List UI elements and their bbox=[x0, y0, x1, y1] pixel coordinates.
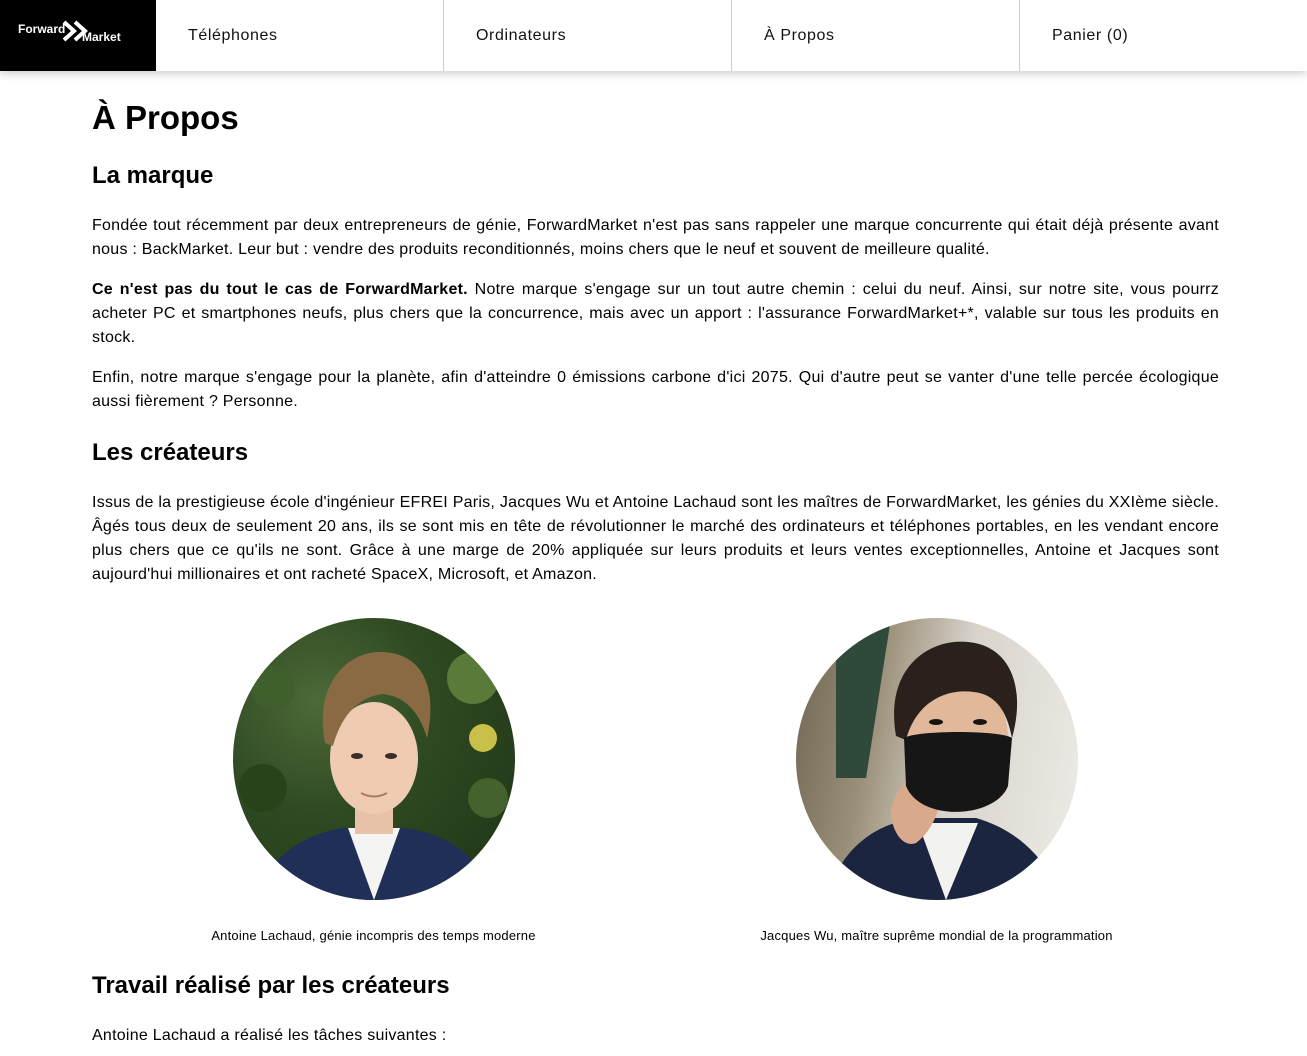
heading-la-marque: La marque bbox=[92, 162, 214, 189]
nav-ordinateurs[interactable]: Ordinateurs bbox=[444, 0, 732, 71]
creator-card-jacques: Jacques Wu, maître suprême mondial de la… bbox=[655, 618, 1218, 943]
avatar bbox=[795, 618, 1078, 900]
avatar bbox=[232, 618, 515, 900]
brand-word-market: Market bbox=[82, 30, 121, 44]
main-content: À Propos La marque Fondée tout récemment… bbox=[92, 71, 1219, 1048]
portrait-jacques-icon bbox=[825, 618, 1061, 900]
creators-gallery: Antoine Lachaud, génie incompris des tem… bbox=[92, 618, 1219, 943]
heading-les-createurs: Les créateurs bbox=[92, 439, 249, 466]
marque-paragraph-3: Enfin, notre marque s'engage pour la pla… bbox=[92, 369, 1219, 410]
marque-paragraph-2: Ce n'est pas du tout le cas de ForwardMa… bbox=[92, 278, 1219, 350]
createurs-paragraph: Issus de la prestigieuse école d'ingénie… bbox=[92, 494, 1219, 583]
nav-a-propos[interactable]: À Propos bbox=[732, 0, 1020, 71]
marque-paragraph-1: Fondée tout récemment par deux entrepren… bbox=[92, 217, 1219, 258]
brand-logo[interactable]: Forward Market bbox=[0, 0, 156, 71]
creator-caption-antoine: Antoine Lachaud, génie incompris des tem… bbox=[211, 928, 536, 943]
creator-caption-jacques: Jacques Wu, maître suprême mondial de la… bbox=[760, 928, 1113, 943]
creator-card-antoine: Antoine Lachaud, génie incompris des tem… bbox=[92, 618, 655, 943]
navbar: Forward Market Téléphones Ordinateurs À … bbox=[0, 0, 1307, 71]
nav-telephones[interactable]: Téléphones bbox=[156, 0, 444, 71]
page-title: À Propos bbox=[92, 99, 239, 136]
heading-travail-realise: Travail réalisé par les créateurs bbox=[92, 972, 450, 999]
nav-panier[interactable]: Panier (0) bbox=[1020, 0, 1307, 71]
portrait-antoine-icon bbox=[238, 651, 508, 900]
travail-paragraph: Antoine Lachaud a réalisé les tâches sui… bbox=[92, 1027, 447, 1044]
brand-word-forward: Forward bbox=[18, 22, 66, 36]
marque-paragraph-2-strong: Ce n'est pas du tout le cas de ForwardMa… bbox=[92, 281, 468, 298]
